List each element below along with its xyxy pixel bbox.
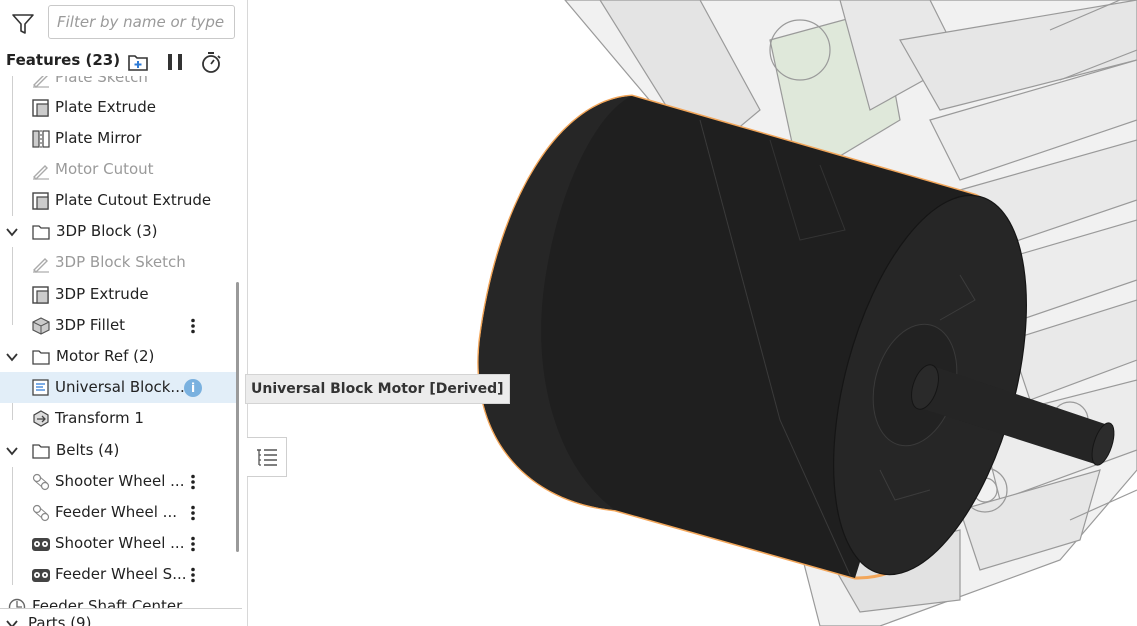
- feature-tree: Plate Sketch Plate Extrude Plate Mirror …: [0, 76, 247, 608]
- tree-row-label: Transform 1: [55, 409, 144, 427]
- feature-tooltip: Universal Block Motor [Derived]: [245, 374, 510, 404]
- belt-feature-icon: [32, 538, 50, 551]
- derived-icon: [32, 379, 49, 396]
- tree-row-label: Plate Sketch: [55, 76, 148, 86]
- sketch-icon: [33, 165, 49, 180]
- tree-row-plate-extrude[interactable]: Plate Extrude: [0, 92, 238, 123]
- tree-row-universal-block-motor[interactable]: Universal Block... i: [0, 372, 238, 403]
- tree-row-label: Plate Cutout Extrude: [55, 191, 212, 209]
- tree-row-label: Plate Extrude: [55, 98, 156, 116]
- 3d-viewport[interactable]: [248, 0, 1137, 626]
- chevron-down-icon[interactable]: [5, 350, 19, 364]
- sketch-icon: [33, 76, 49, 88]
- folder-icon: [32, 225, 50, 240]
- tree-row-label: Feeder Wheel S...: [55, 565, 187, 583]
- parts-divider: [0, 608, 242, 609]
- info-icon[interactable]: i: [184, 379, 202, 397]
- pause-icon[interactable]: [163, 50, 187, 74]
- mirror-icon: [32, 130, 50, 148]
- filter-row: [0, 0, 247, 46]
- tree-row-shooter-wheel-feature[interactable]: Shooter Wheel ...: [0, 528, 238, 559]
- more-options-icon[interactable]: [189, 505, 197, 521]
- tree-row-motor-cutout[interactable]: Motor Cutout: [0, 154, 238, 185]
- tree-row-label: 3DP Block (3): [56, 222, 158, 240]
- parts-label: Parts (9): [28, 614, 92, 626]
- belt-feature-icon: [32, 569, 50, 582]
- folder-icon: [32, 444, 50, 459]
- chevron-down-icon[interactable]: [5, 444, 19, 458]
- tree-row-label: Feeder Wheel ...: [55, 503, 177, 521]
- tree-row-3dp-extrude[interactable]: 3DP Extrude: [0, 279, 238, 310]
- tree-folder-3dp-block[interactable]: 3DP Block (3): [0, 216, 238, 247]
- tree-row-shooter-wheel-sketch[interactable]: Shooter Wheel ...: [0, 466, 238, 497]
- mate-connector-icon: [8, 598, 26, 608]
- folder-icon: [32, 350, 50, 365]
- stopwatch-icon[interactable]: [199, 50, 223, 74]
- tree-row-label: Motor Ref (2): [56, 347, 155, 365]
- list-toggle-button[interactable]: [247, 437, 287, 477]
- tree-folder-motor-ref[interactable]: Motor Ref (2): [0, 341, 238, 372]
- more-options-icon[interactable]: [189, 474, 197, 490]
- more-options-icon[interactable]: [189, 318, 197, 334]
- features-title: Features (23): [6, 51, 121, 69]
- add-folder-icon[interactable]: [126, 50, 150, 74]
- tree-row-label: Belts (4): [56, 441, 120, 459]
- tree-row-label: 3DP Block Sketch: [55, 253, 186, 271]
- tree-row-feeder-shaft-center[interactable]: Feeder Shaft Center: [0, 591, 238, 608]
- filter-icon[interactable]: [11, 13, 35, 35]
- tree-row-3dp-fillet[interactable]: 3DP Fillet: [0, 310, 238, 341]
- tree-row-label: Shooter Wheel ...: [55, 534, 185, 552]
- fillet-icon: [32, 317, 50, 335]
- tree-row-plate-cutout-extrude[interactable]: Plate Cutout Extrude: [0, 185, 238, 216]
- tree-row-label: 3DP Extrude: [55, 285, 149, 303]
- chevron-down-icon[interactable]: [5, 225, 19, 239]
- tree-folder-belts[interactable]: Belts (4): [0, 435, 238, 466]
- tree-row-label: Motor Cutout: [55, 160, 154, 178]
- filter-input[interactable]: [48, 5, 235, 39]
- tree-row-feeder-wheel-feature[interactable]: Feeder Wheel S...: [0, 559, 238, 590]
- extrude-icon: [32, 99, 49, 117]
- tree-row-plate-sketch[interactable]: Plate Sketch: [0, 76, 238, 93]
- tree-row-plate-mirror[interactable]: Plate Mirror: [0, 123, 238, 154]
- tree-row-label: Shooter Wheel ...: [55, 472, 185, 490]
- feature-panel: Features (23) Plate Sketch: [0, 0, 248, 626]
- sketch-icon: [33, 258, 49, 273]
- tree-row-transform-1[interactable]: Transform 1: [0, 403, 238, 434]
- list-icon: [257, 449, 277, 466]
- cad-model-view[interactable]: [248, 0, 1137, 626]
- tree-row-feeder-wheel-sketch[interactable]: Feeder Wheel ...: [0, 497, 238, 528]
- tree-row-label: Feeder Shaft Center: [32, 597, 183, 608]
- tree-row-label: 3DP Fillet: [55, 316, 126, 334]
- tree-scrollbar[interactable]: [236, 282, 239, 552]
- features-header: Features (23): [0, 46, 247, 76]
- chevron-down-icon[interactable]: [5, 617, 19, 626]
- more-options-icon[interactable]: [189, 536, 197, 552]
- tree-row-3dp-block-sketch[interactable]: 3DP Block Sketch: [0, 247, 238, 278]
- tree-row-label: Universal Block...: [55, 378, 185, 396]
- belt-sketch-icon: [32, 473, 50, 491]
- transform-icon: [33, 410, 49, 427]
- extrude-icon: [32, 192, 49, 210]
- extrude-icon: [32, 286, 49, 304]
- tree-row-label: Plate Mirror: [55, 129, 142, 147]
- more-options-icon[interactable]: [189, 567, 197, 583]
- belt-sketch-icon: [32, 504, 50, 522]
